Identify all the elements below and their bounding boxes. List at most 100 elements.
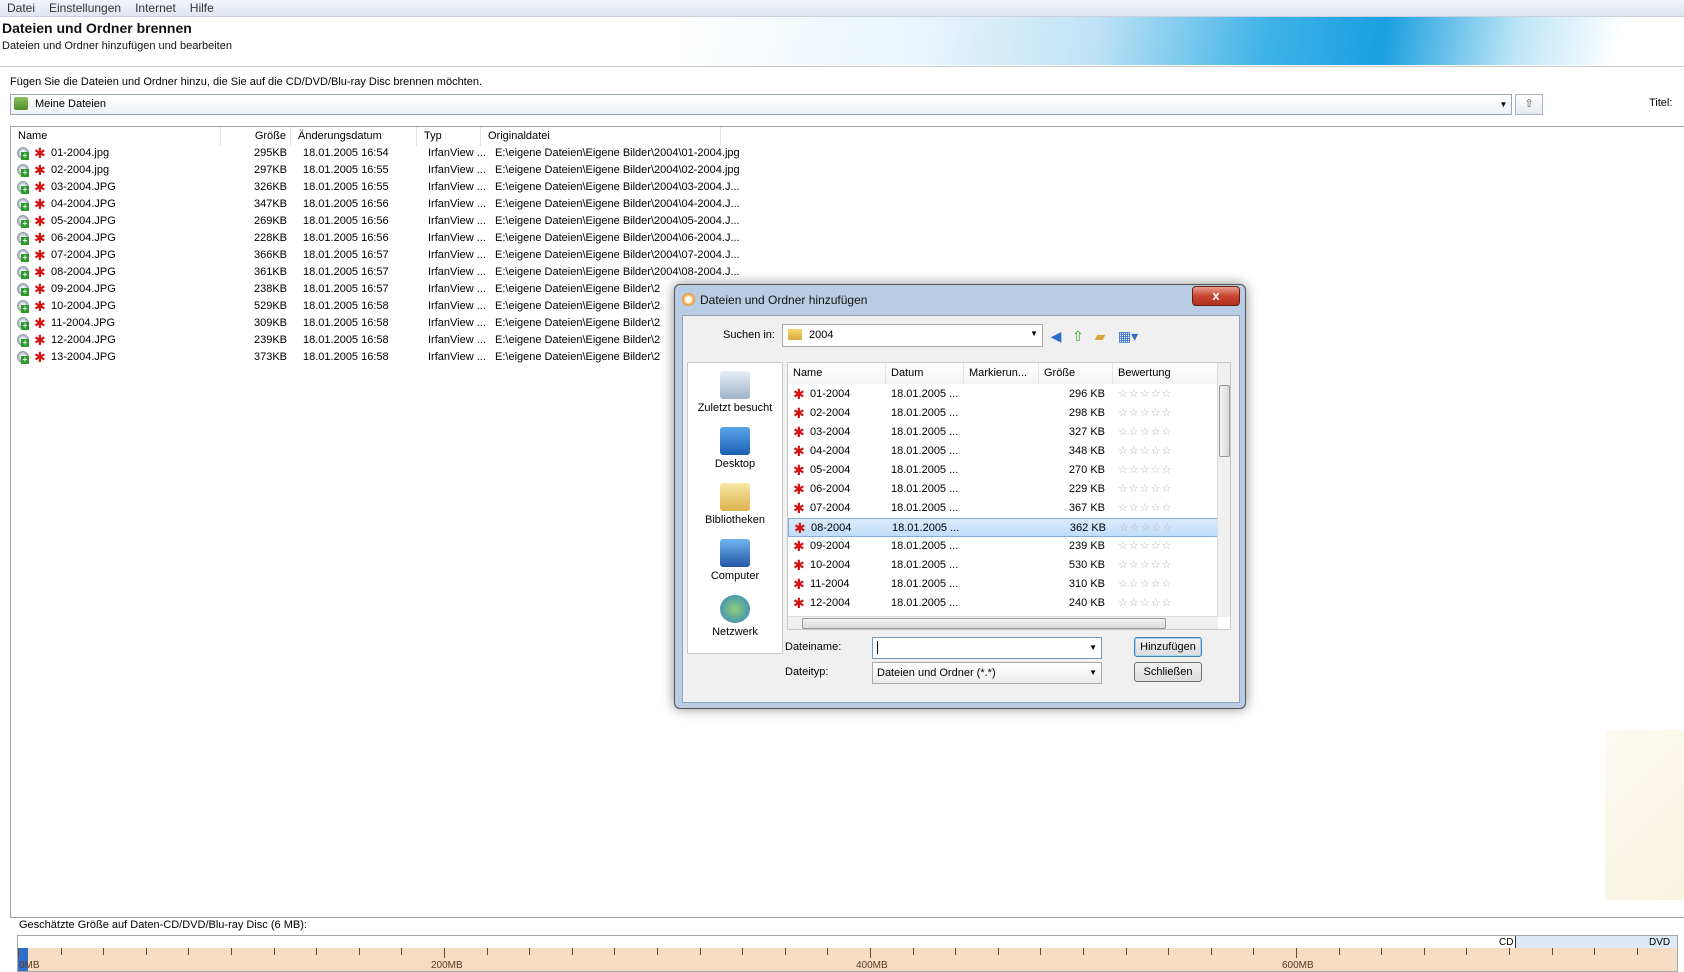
table-row[interactable]: + ✱ 08-2004.JPG 361KB 18.01.2005 16:57 IrfanV… xyxy=(11,265,771,281)
table-row[interactable]: + ✱ 13-2004.JPG 373KB 18.01.2005 16:58 IrfanV… xyxy=(11,350,771,366)
vertical-scrollbar[interactable] xyxy=(1217,363,1230,617)
list-item[interactable]: ✱ 05-2004 18.01.2005 ... 270 KB ☆☆☆☆☆ xyxy=(788,461,1218,480)
cell-type: IrfanView ... xyxy=(428,351,486,363)
cell-type: IrfanView ... xyxy=(428,198,486,210)
rating-stars[interactable]: ☆☆☆☆☆ xyxy=(1118,501,1172,514)
location-combo[interactable]: Meine Dateien ▼ xyxy=(10,94,1512,115)
cell-size: 297KB xyxy=(253,164,287,176)
close-button[interactable]: Schließen xyxy=(1134,662,1202,682)
cell-name: 09-2004.JPG xyxy=(51,283,116,295)
table-row[interactable]: + ✱ 10-2004.JPG 529KB 18.01.2005 16:58 IrfanV… xyxy=(11,299,771,315)
rating-stars[interactable]: ☆☆☆☆☆ xyxy=(1118,444,1172,457)
back-icon[interactable]: ◀ xyxy=(1048,328,1064,344)
new-folder-icon[interactable]: ▰ xyxy=(1092,328,1108,344)
rating-stars[interactable]: ☆☆☆☆☆ xyxy=(1118,463,1172,476)
cell-name: 13-2004.JPG xyxy=(51,351,116,363)
look-in-combo[interactable]: 2004 ▼ xyxy=(782,324,1043,347)
cell-type: IrfanView ... xyxy=(428,334,486,346)
rating-stars[interactable]: ☆☆☆☆☆ xyxy=(1118,387,1172,400)
horizontal-scrollbar[interactable] xyxy=(788,616,1218,629)
menu-datei[interactable]: Datei xyxy=(0,0,42,16)
menu-hilfe[interactable]: Hilfe xyxy=(183,0,221,16)
cell-original: E:\eigene Dateien\Eigene Bilder\2004\04-… xyxy=(495,198,740,210)
places-bar: Zuletzt besucht Desktop Bibliotheken Com… xyxy=(687,362,783,654)
place-desktop[interactable]: Desktop xyxy=(688,427,782,470)
add-button[interactable]: Hinzufügen xyxy=(1134,637,1202,657)
place-computer[interactable]: Computer xyxy=(688,539,782,582)
table-row[interactable]: + ✱ 05-2004.JPG 269KB 18.01.2005 16:56 IrfanV… xyxy=(11,214,771,230)
rating-stars[interactable]: ☆☆☆☆☆ xyxy=(1118,425,1172,438)
cell-size: 366KB xyxy=(253,249,287,261)
column-type[interactable]: Typ xyxy=(417,127,481,146)
rating-stars[interactable]: ☆☆☆☆☆ xyxy=(1118,596,1172,609)
cd-marker: CD xyxy=(1499,937,1514,948)
up-folder-button[interactable]: ⇧ xyxy=(1515,94,1543,115)
dialog-body: Suchen in: 2004 ▼ ◀ ⇧ ▰ ▦▾ Zuletzt besuc… xyxy=(682,315,1240,703)
cell-size: 373KB xyxy=(253,351,287,363)
table-row[interactable]: + ✱ 07-2004.JPG 366KB 18.01.2005 16:57 IrfanV… xyxy=(11,248,771,264)
rating-stars[interactable]: ☆☆☆☆☆ xyxy=(1118,482,1172,495)
column-size[interactable]: Größe xyxy=(221,127,291,146)
list-item[interactable]: ✱ 12-2004 18.01.2005 ... 240 KB ☆☆☆☆☆ xyxy=(788,594,1218,613)
dialog-file-list[interactable]: Name Datum Markierun... Größe Bewertung … xyxy=(787,362,1231,630)
dialog-close-button[interactable]: x xyxy=(1192,286,1240,306)
chevron-down-icon: ▼ xyxy=(1089,668,1097,677)
list-item[interactable]: ✱ 02-2004 18.01.2005 ... 298 KB ☆☆☆☆☆ xyxy=(788,404,1218,423)
place-recent[interactable]: Zuletzt besucht xyxy=(688,371,782,414)
table-row[interactable]: + ✱ 02-2004.jpg 297KB 18.01.2005 16:55 IrfanV… xyxy=(11,163,771,179)
place-network[interactable]: Netzwerk xyxy=(688,595,782,638)
item-date: 18.01.2005 ... xyxy=(891,540,959,552)
cell-size: 326KB xyxy=(253,181,287,193)
rating-stars[interactable]: ☆☆☆☆☆ xyxy=(1119,521,1173,534)
list-item[interactable]: ✱ 01-2004 18.01.2005 ... 296 KB ☆☆☆☆☆ xyxy=(788,385,1218,404)
view-menu-icon[interactable]: ▦▾ xyxy=(1115,328,1141,344)
menu-internet[interactable]: Internet xyxy=(128,0,183,16)
rating-stars[interactable]: ☆☆☆☆☆ xyxy=(1118,406,1172,419)
rating-stars[interactable]: ☆☆☆☆☆ xyxy=(1118,558,1172,571)
column-name[interactable]: Name xyxy=(11,127,221,146)
table-row[interactable]: + ✱ 03-2004.JPG 326KB 18.01.2005 16:55 IrfanV… xyxy=(11,180,771,196)
item-size: 530 KB xyxy=(1068,559,1105,571)
place-desktop-label: Desktop xyxy=(714,458,756,470)
list-item[interactable]: ✱ 03-2004 18.01.2005 ... 327 KB ☆☆☆☆☆ xyxy=(788,423,1218,442)
list-item[interactable]: ✱ 10-2004 18.01.2005 ... 530 KB ☆☆☆☆☆ xyxy=(788,556,1218,575)
list-item[interactable]: ✱ 08-2004 18.01.2005 ... 362 KB ☆☆☆☆☆ xyxy=(788,518,1218,537)
menu-einstellungen[interactable]: Einstellungen xyxy=(42,0,128,16)
place-recent-label: Zuletzt besucht xyxy=(697,402,773,414)
scroll-thumb[interactable] xyxy=(1219,385,1230,457)
table-row[interactable]: + ✱ 01-2004.jpg 295KB 18.01.2005 16:54 IrfanV… xyxy=(11,146,771,162)
table-row[interactable]: + ✱ 04-2004.JPG 347KB 18.01.2005 16:56 IrfanV… xyxy=(11,197,771,213)
list-item[interactable]: ✱ 07-2004 18.01.2005 ... 367 KB ☆☆☆☆☆ xyxy=(788,499,1218,518)
cell-type: IrfanView ... xyxy=(428,232,486,244)
folder-icon xyxy=(788,329,802,340)
table-row[interactable]: + ✱ 06-2004.JPG 228KB 18.01.2005 16:56 IrfanV… xyxy=(11,231,771,247)
table-row[interactable]: + ✱ 09-2004.JPG 238KB 18.01.2005 16:57 IrfanV… xyxy=(11,282,771,298)
table-row[interactable]: + ✱ 12-2004.JPG 239KB 18.01.2005 16:58 IrfanV… xyxy=(11,333,771,349)
dlg-column-tags[interactable]: Markierun... xyxy=(964,363,1039,384)
disc-add-icon: + xyxy=(17,146,32,160)
table-row[interactable]: + ✱ 11-2004.JPG 309KB 18.01.2005 16:58 IrfanV… xyxy=(11,316,771,332)
rating-stars[interactable]: ☆☆☆☆☆ xyxy=(1118,577,1172,590)
dlg-column-rating[interactable]: Bewertung xyxy=(1113,363,1218,384)
dlg-column-date[interactable]: Datum xyxy=(886,363,964,384)
dlg-column-name[interactable]: Name xyxy=(788,363,886,384)
scroll-thumb[interactable] xyxy=(802,618,1166,629)
ruler-tick xyxy=(827,948,828,955)
up-folder-icon[interactable]: ⇧ xyxy=(1070,328,1086,344)
rating-stars[interactable]: ☆☆☆☆☆ xyxy=(1118,539,1172,552)
list-item[interactable]: ✱ 04-2004 18.01.2005 ... 348 KB ☆☆☆☆☆ xyxy=(788,442,1218,461)
disc-add-icon: + xyxy=(17,197,32,211)
cell-original: E:\eigene Dateien\Eigene Bilder\2004\08-… xyxy=(495,266,740,278)
list-item[interactable]: ✱ 11-2004 18.01.2005 ... 310 KB ☆☆☆☆☆ xyxy=(788,575,1218,594)
filename-input[interactable]: ▼ xyxy=(872,637,1102,659)
place-network-label: Netzwerk xyxy=(712,626,758,638)
column-date[interactable]: Änderungsdatum xyxy=(291,127,417,146)
place-libraries[interactable]: Bibliotheken xyxy=(688,483,782,526)
filetype-select[interactable]: Dateien und Ordner (*.*) ▼ xyxy=(872,662,1102,684)
column-original[interactable]: Originaldatei xyxy=(481,127,721,146)
list-item[interactable]: ✱ 06-2004 18.01.2005 ... 229 KB ☆☆☆☆☆ xyxy=(788,480,1218,499)
cell-date: 18.01.2005 16:56 xyxy=(303,198,389,210)
dlg-column-size[interactable]: Größe xyxy=(1039,363,1113,384)
list-item[interactable]: ✱ 09-2004 18.01.2005 ... 239 KB ☆☆☆☆☆ xyxy=(788,537,1218,556)
chevron-down-icon[interactable]: ▼ xyxy=(1089,643,1097,652)
